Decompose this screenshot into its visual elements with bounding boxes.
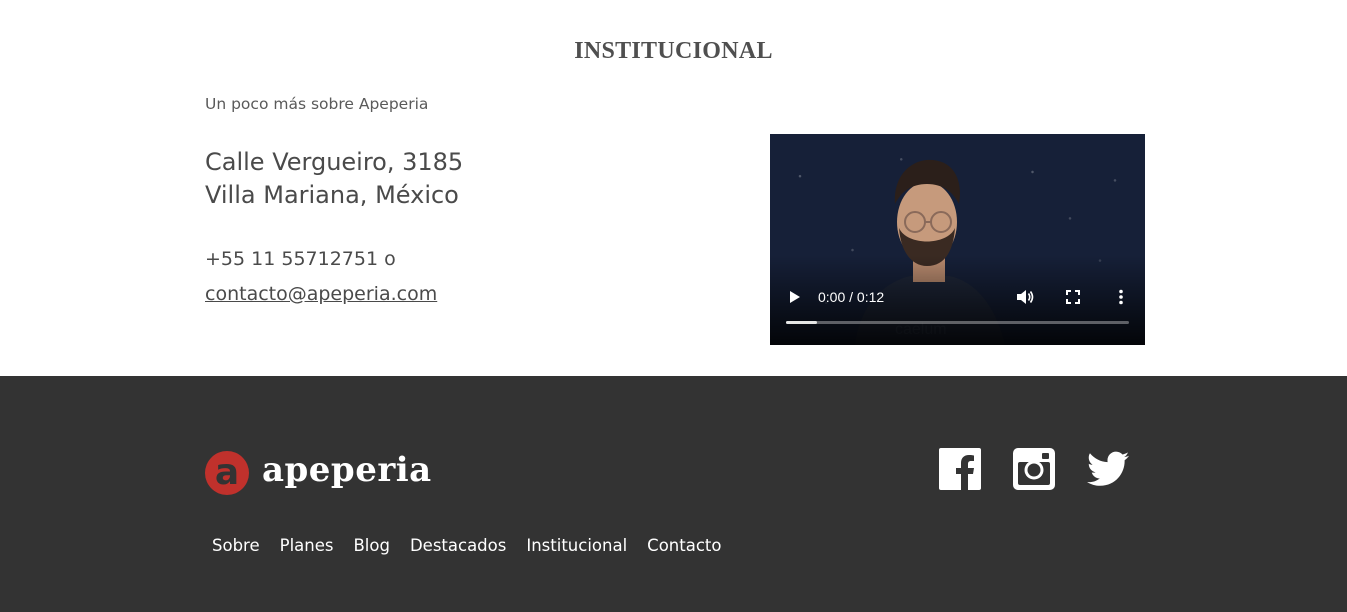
- email-link[interactable]: contacto@apeperia.com: [205, 283, 437, 305]
- video-player[interactable]: caelum 0:00 / 0:12: [770, 134, 1145, 345]
- footer-nav-planes[interactable]: Planes: [270, 534, 344, 557]
- phone-number: +55 11 55712751 o: [205, 248, 396, 270]
- footer-nav-destacados[interactable]: Destacados: [400, 534, 516, 557]
- logo-text: apeperia: [262, 450, 432, 490]
- video-time: 0:00 / 0:12: [818, 289, 885, 305]
- site-footer: a apeperia Sobre Planes Blog Destacados …: [0, 376, 1347, 612]
- fullscreen-icon[interactable]: [1066, 290, 1080, 304]
- footer-nav-institucional[interactable]: Institucional: [516, 534, 637, 557]
- twitter-icon[interactable]: [1087, 451, 1129, 487]
- facebook-icon[interactable]: [939, 448, 981, 490]
- address-line-2: Villa Mariana, México: [205, 181, 459, 209]
- instagram-icon[interactable]: [1013, 448, 1055, 490]
- section-subtitle: Un poco más sobre Apeperia: [205, 95, 429, 113]
- section-title: INSTITUCIONAL: [574, 38, 773, 64]
- footer-nav: Sobre Planes Blog Destacados Institucion…: [202, 534, 731, 557]
- footer-nav-contacto[interactable]: Contacto: [637, 534, 731, 557]
- footer-logo[interactable]: a apeperia: [205, 450, 432, 495]
- address-line-1: Calle Vergueiro, 3185: [205, 148, 464, 176]
- play-icon[interactable]: [788, 290, 802, 304]
- logo-mark: a: [205, 451, 249, 495]
- volume-icon[interactable]: [1016, 289, 1034, 305]
- more-options-icon[interactable]: [1118, 289, 1124, 305]
- footer-nav-sobre[interactable]: Sobre: [202, 534, 270, 557]
- address-block: Calle Vergueiro, 3185 Villa Mariana, Méx…: [205, 146, 463, 212]
- video-progress-fill: [786, 321, 817, 324]
- footer-nav-blog[interactable]: Blog: [343, 534, 399, 557]
- video-progress-bar[interactable]: [786, 321, 1129, 324]
